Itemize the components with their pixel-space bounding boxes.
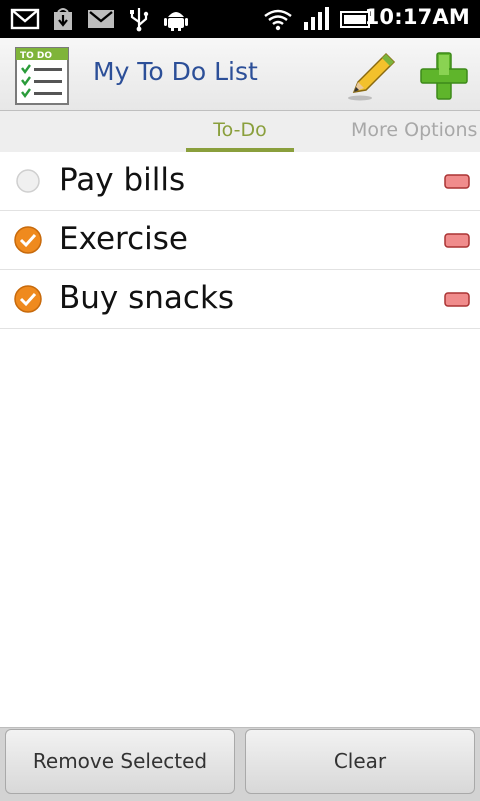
signal-icon [304, 7, 329, 30]
checked-checkbox[interactable] [13, 225, 43, 255]
tab-more-options[interactable]: More Options [351, 111, 477, 152]
checked-checkbox[interactable] [13, 284, 43, 314]
wifi-icon [264, 9, 292, 31]
mail-icon [10, 8, 40, 30]
remove-item-icon[interactable] [444, 174, 470, 189]
usb-icon [130, 8, 149, 32]
list-item[interactable]: Pay bills [0, 152, 480, 211]
download-icon [54, 8, 72, 30]
tab-bar: To-Do More Options [0, 111, 480, 152]
item-text: Buy snacks [59, 280, 235, 316]
status-bar: 10:17AM [0, 0, 480, 38]
bottom-action-bar: Remove Selected Clear [0, 727, 480, 801]
remove-selected-button[interactable]: Remove Selected [5, 729, 235, 794]
item-text: Pay bills [59, 162, 186, 198]
gmail-icon [88, 10, 114, 28]
item-text: Exercise [59, 221, 188, 257]
title-bar: TO DO My To Do List [0, 38, 480, 111]
tab-todo[interactable]: To-Do [186, 111, 294, 152]
plus-icon[interactable] [418, 50, 470, 102]
tab-todo-label: To-Do [213, 119, 267, 141]
unchecked-checkbox[interactable] [13, 166, 43, 196]
remove-item-icon[interactable] [444, 233, 470, 248]
list-item[interactable]: Buy snacks [0, 270, 480, 329]
android-icon [164, 12, 188, 31]
todo-list: Pay bills Exercise Buy snacks [0, 152, 480, 329]
clear-button[interactable]: Clear [245, 729, 475, 794]
list-item[interactable]: Exercise [0, 211, 480, 270]
page-title: My To Do List [93, 57, 258, 86]
tab-more-options-label: More Options [351, 119, 478, 141]
app-icon-label: TO DO [20, 51, 52, 61]
remove-item-icon[interactable] [444, 292, 470, 307]
todo-list-icon: TO DO [15, 47, 69, 105]
status-time: 10:17AM [364, 5, 470, 29]
pencil-icon[interactable] [346, 48, 400, 102]
